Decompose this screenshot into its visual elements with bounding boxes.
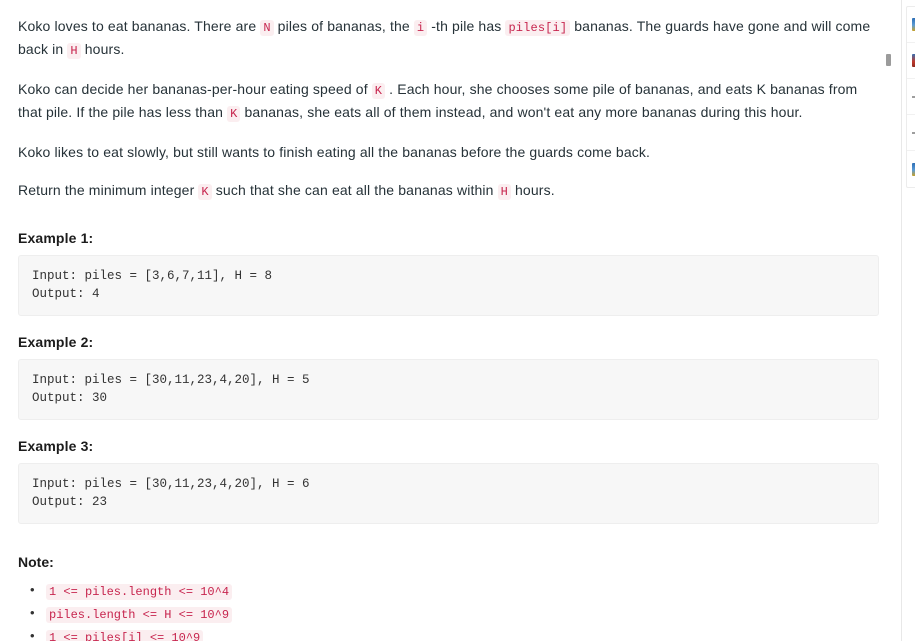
- list-item[interactable]: [907, 115, 915, 151]
- inline-code-token: i: [413, 20, 428, 36]
- side-panel-card: [906, 6, 915, 188]
- constraint-code: 1 <= piles.length <= 10^4: [46, 584, 233, 600]
- list-item[interactable]: [907, 79, 915, 115]
- problem-description-pane: Koko loves to eat bananas. There are N p…: [0, 0, 897, 641]
- inline-code-token: K: [227, 106, 241, 122]
- example-block-2: Example 2: Input: piles = [30,11,23,4,20…: [18, 334, 879, 420]
- inline-code-token: N: [260, 20, 274, 36]
- inline-code-token: piles[i]: [505, 20, 571, 36]
- list-item[interactable]: [907, 43, 915, 79]
- example-input-line: Input: piles = [30,11,23,4,20], H = 6: [32, 477, 310, 491]
- problem-paragraph-4: Return the minimum integer K such that s…: [18, 182, 555, 200]
- example-block-1: Example 1: Input: piles = [3,6,7,11], H …: [18, 230, 879, 316]
- inline-code-token: K: [371, 83, 386, 99]
- example-block-3: Example 3: Input: piles = [30,11,23,4,20…: [18, 438, 879, 524]
- side-panel: [901, 0, 915, 641]
- constraints-list: 1 <= piles.length <= 10^4 piles.length <…: [18, 580, 879, 641]
- constraint-code: piles.length <= H <= 10^9: [46, 607, 233, 623]
- list-item[interactable]: [907, 151, 915, 187]
- example-output-line: Output: 4: [32, 287, 100, 301]
- inline-code-token: H: [67, 43, 81, 59]
- note-section: Note: 1 <= piles.length <= 10^4 piles.le…: [18, 554, 879, 641]
- problem-paragraph-1: Koko loves to eat bananas. There are N p…: [18, 18, 871, 59]
- list-item: 1 <= piles.length <= 10^4: [30, 580, 879, 602]
- example-input-line: Input: piles = [30,11,23,4,20], H = 5: [32, 373, 310, 387]
- example-title: Example 3:: [18, 438, 94, 454]
- problem-paragraph-2: Koko can decide her bananas-per-hour eat…: [18, 81, 858, 122]
- list-item: 1 <= piles[i] <= 10^9: [30, 626, 879, 641]
- example-title: Example 1:: [18, 230, 94, 246]
- problem-content: Koko loves to eat bananas. There are N p…: [0, 0, 897, 641]
- list-item[interactable]: [907, 7, 915, 43]
- example-title: Example 2:: [18, 334, 94, 350]
- inline-code-token: K: [198, 184, 212, 200]
- scroll-thumb[interactable]: [886, 54, 891, 66]
- example-code-block: Input: piles = [30,11,23,4,20], H = 6 Ou…: [18, 463, 879, 524]
- example-code-block: Input: piles = [30,11,23,4,20], H = 5 Ou…: [18, 359, 879, 420]
- example-code-block: Input: piles = [3,6,7,11], H = 8 Output:…: [18, 255, 879, 316]
- problem-paragraph-3: Koko likes to eat slowly, but still want…: [18, 144, 651, 160]
- example-output-line: Output: 23: [32, 495, 108, 509]
- constraint-code: 1 <= piles[i] <= 10^9: [46, 630, 204, 641]
- inline-code-token: H: [497, 184, 511, 200]
- example-output-line: Output: 30: [32, 391, 108, 405]
- list-item: piles.length <= H <= 10^9: [30, 603, 879, 625]
- example-input-line: Input: piles = [3,6,7,11], H = 8: [32, 269, 273, 283]
- note-title: Note:: [18, 554, 54, 570]
